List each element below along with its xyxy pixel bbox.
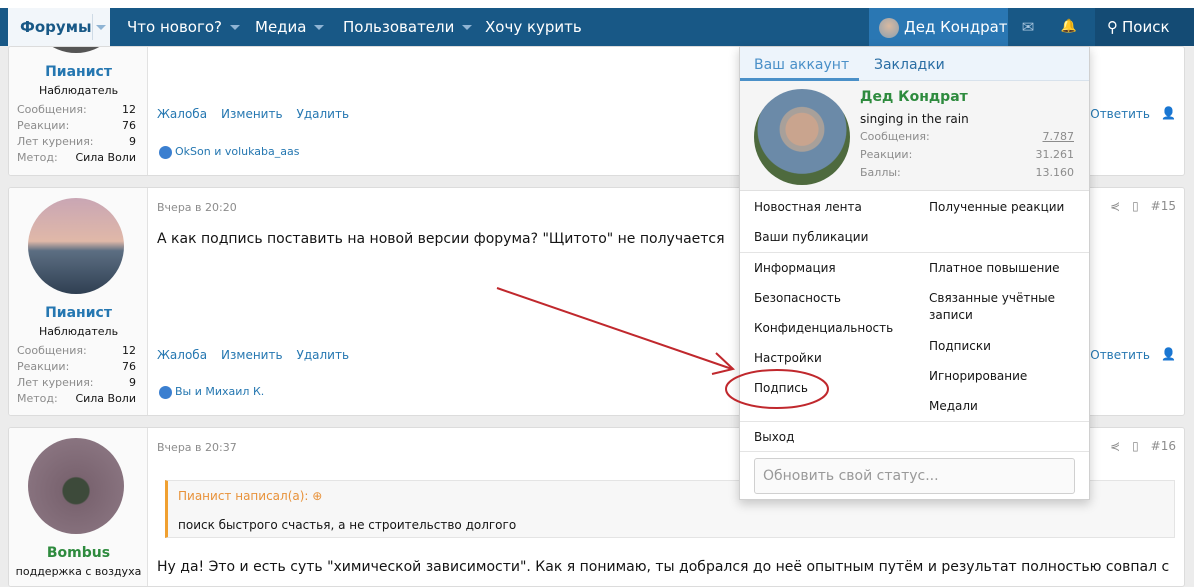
annotation-arrow bbox=[496, 287, 733, 370]
annotation-overlay bbox=[496, 287, 829, 409]
annotation-ellipse bbox=[725, 369, 829, 409]
